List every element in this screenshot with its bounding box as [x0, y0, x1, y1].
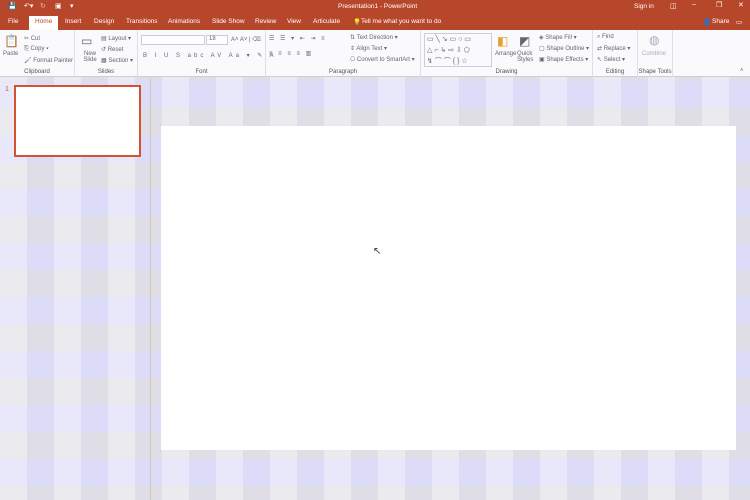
reset-label: Reset [107, 47, 124, 53]
shape-outline-label: Shape Outline [546, 46, 585, 52]
format-painter-button[interactable]: 🖌 Format Painter [24, 57, 73, 64]
tab-design[interactable]: Design [94, 18, 114, 25]
reset-button[interactable]: ↺ Reset [101, 46, 123, 53]
paragraph-label: Paragraph [328, 69, 358, 75]
maximize-icon[interactable]: ❐ [716, 1, 722, 9]
copy-label: Copy [30, 46, 45, 52]
save-icon[interactable]: 💾 [8, 2, 17, 10]
shape-effects-button[interactable]: ▣ Shape Effects ▾ [539, 56, 588, 63]
shape-outline-button[interactable]: ▢ Shape Outline ▾ [539, 45, 589, 52]
font-format-buttons[interactable]: B I U S abc AV Aa ▾ ✎ A [143, 52, 277, 59]
mouse-cursor-icon: ↖ [373, 246, 382, 257]
layout-label: Layout [108, 36, 127, 42]
pane-divider[interactable] [150, 78, 151, 500]
tab-review[interactable]: Review [255, 18, 276, 25]
share-icon[interactable]: 👤 [703, 18, 711, 26]
arrange-icon[interactable]: ◧ [497, 34, 508, 48]
copy-button[interactable]: ⎘ Copy ▾ [24, 46, 49, 53]
convert-smartart-label: Convert to SmartArt [356, 57, 410, 63]
start-from-beginning-icon[interactable]: ▣ [55, 2, 62, 10]
shape-effects-label: Shape Effects [546, 57, 584, 63]
find-label: Find [602, 34, 614, 40]
lightbulb-icon: 💡 [353, 19, 362, 26]
new-slide-icon[interactable]: ▭ [81, 34, 92, 48]
paste-button[interactable]: Paste [3, 51, 18, 57]
ribbon-tabs: File Home Insert Design Transitions Anim… [0, 14, 750, 30]
convert-smartart-button[interactable]: ⎔ Convert to SmartArt ▾ [350, 56, 415, 63]
align-buttons[interactable]: ≡ ≡ ≡ ≡ ▥ [269, 50, 313, 57]
font-size-input[interactable]: 18 [206, 35, 228, 45]
font-group: 18 A˄ A˅ | ⌫ B I U S abc AV Aa ▾ ✎ A Fon… [138, 30, 274, 77]
tab-animations[interactable]: Animations [168, 18, 200, 25]
font-label: Font [195, 69, 208, 75]
slide-number: 1 [5, 86, 9, 93]
tab-articulate[interactable]: Articulate [313, 18, 340, 25]
drawing-group: ▭ ╲ ↘ ▭ ○ ▭ △ ⌐ ↳ ⇨ ⇩ ⬠ ↯ ⌒ ⌒ { } ☆ ◧ Arra… [421, 30, 593, 77]
comments-icon[interactable]: ▭ [736, 18, 742, 26]
text-direction-label: Text Direction [356, 35, 393, 41]
editing-label: Editing [605, 69, 625, 75]
ribbon: 📋 Paste ✂ Cut ⎘ Copy ▾ 🖌 Format Painter … [0, 30, 750, 77]
select-button[interactable]: ↖ Select ▾ [597, 56, 625, 63]
minimize-icon[interactable]: – [692, 1, 696, 8]
slide-canvas[interactable] [161, 126, 736, 450]
layout-button[interactable]: ▤ Layout ▾ [101, 35, 131, 42]
font-name-input[interactable] [141, 35, 205, 45]
quick-styles-button[interactable]: Quick Styles [517, 51, 537, 63]
close-icon[interactable]: ✕ [738, 1, 744, 9]
share-button[interactable]: Share [712, 18, 729, 25]
sign-in-link[interactable]: Sign in [634, 3, 654, 10]
drawing-label: Drawing [495, 69, 518, 75]
align-text-button[interactable]: ⇕ Align Text ▾ [350, 45, 387, 52]
ribbon-display-icon[interactable]: ◫ [670, 2, 677, 10]
select-label: Select [603, 57, 621, 63]
combine-button[interactable]: Combine [642, 51, 666, 57]
undo-icon[interactable]: ↶▾ [24, 2, 33, 10]
shape-fill-label: Shape Fill [545, 35, 572, 41]
clipboard-label: Clipboard [24, 69, 50, 75]
tab-transitions[interactable]: Transitions [126, 18, 158, 25]
paste-icon[interactable]: 📋 [4, 34, 19, 48]
slides-label: Slides [97, 69, 115, 75]
title-bar: 💾 ↶▾ ↻ ▣ ▾ Presentation1 - PowerPoint Si… [0, 0, 750, 14]
section-button[interactable]: ▦ Section ▾ [101, 57, 133, 64]
customize-qat-icon[interactable]: ▾ [70, 2, 74, 10]
collapse-ribbon-icon[interactable]: ˄ [740, 68, 744, 74]
font-size-buttons[interactable]: A˄ A˅ | ⌫ [231, 36, 261, 43]
combine-icon[interactable]: ◍ [649, 33, 659, 47]
shape-tools-group: ◍ Combine Shape Tools [638, 30, 673, 77]
tab-insert[interactable]: Insert [65, 18, 81, 25]
arrange-button[interactable]: Arrange [495, 51, 516, 57]
format-painter-label: Format Painter [33, 58, 73, 64]
editing-group: ⌕ Find ⇄ Replace ▾ ↖ Select ▾ Editing [593, 30, 638, 77]
align-text-label: Align Text [356, 46, 383, 52]
tab-home[interactable]: Home [29, 16, 59, 30]
text-direction-button[interactable]: ⇅ Text Direction ▾ [350, 34, 398, 41]
clipboard-group: 📋 Paste ✂ Cut ⎘ Copy ▾ 🖌 Format Painter … [0, 30, 75, 77]
replace-label: Replace [603, 46, 626, 52]
tab-view[interactable]: View [287, 18, 301, 25]
tab-file[interactable]: File [8, 18, 18, 25]
list-buttons[interactable]: ☰ ☰ ▾ ⇤ ⇥ ≡ [269, 35, 327, 42]
tell-me-box[interactable]: Tell me what you want to do [361, 18, 441, 25]
slides-group: ▭ New Slide ▤ Layout ▾ ↺ Reset ▦ Section… [75, 30, 138, 77]
replace-button[interactable]: ⇄ Replace ▾ [597, 45, 630, 52]
cut-label: Cut [30, 36, 41, 42]
shape-tools-label: Shape Tools [638, 69, 672, 75]
window-title: Presentation1 - PowerPoint [338, 3, 418, 10]
quick-styles-icon[interactable]: ◩ [519, 34, 530, 48]
tab-slide-show[interactable]: Slide Show [212, 18, 245, 25]
shape-fill-button[interactable]: ◈ Shape Fill ▾ [539, 34, 577, 41]
section-label: Section [108, 58, 129, 64]
slide-thumbnail[interactable] [14, 85, 141, 157]
cut-button[interactable]: ✂ Cut [24, 35, 40, 42]
paragraph-group: ☰ ☰ ▾ ⇤ ⇥ ≡ ≡ ≡ ≡ ≡ ▥ ⇅ Text Direction ▾… [266, 30, 421, 77]
find-button[interactable]: ⌕ Find [597, 34, 614, 41]
redo-icon[interactable]: ↻ [40, 2, 46, 10]
shapes-gallery[interactable]: ▭ ╲ ↘ ▭ ○ ▭ △ ⌐ ↳ ⇨ ⇩ ⬠ ↯ ⌒ ⌒ { } ☆ [424, 33, 492, 67]
new-slide-button[interactable]: New Slide [80, 51, 100, 63]
